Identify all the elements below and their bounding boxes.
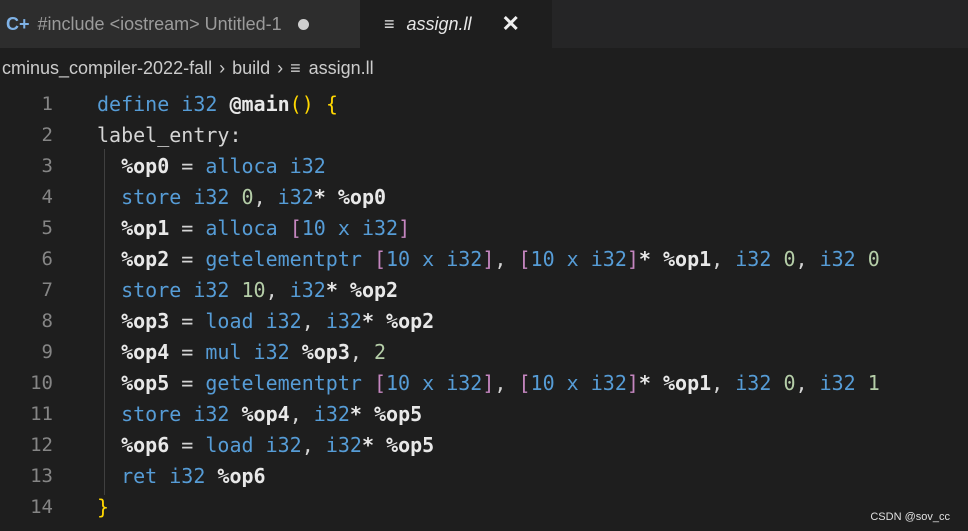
close-icon[interactable]: ✕	[502, 13, 520, 35]
code-text: %op4 = mul i32 %op3, 2	[121, 339, 387, 364]
code-text: %op3 = load i32, i32* %op2	[121, 308, 435, 333]
line-number: 5	[41, 216, 53, 239]
code-line: 2 label_entry:	[0, 119, 968, 150]
code-text: %op6 = load i32, i32* %op5	[121, 432, 435, 457]
code-text: ret i32 %op6	[121, 463, 266, 488]
code-editor[interactable]: 1 define i32 @main() { 2 label_entry: 3 …	[0, 88, 968, 531]
code-text: define i32 @main() {	[97, 91, 338, 116]
breadcrumb-item[interactable]: build	[232, 58, 270, 79]
code-text: %op0 = alloca i32	[121, 153, 326, 178]
code-line: 1 define i32 @main() {	[0, 88, 968, 119]
line-number: 9	[41, 340, 53, 363]
line-number: 7	[41, 278, 53, 301]
code-line: 6 %op2 = getelementptr [10 x i32], [10 x…	[0, 243, 968, 274]
line-number: 10	[30, 371, 53, 394]
code-text: store i32 10, i32* %op2	[121, 277, 399, 302]
tab-label: assign.ll	[406, 13, 472, 34]
code-text: label_entry:	[97, 122, 242, 147]
watermark: CSDN @sov_cc	[870, 511, 950, 523]
line-number: 1	[41, 92, 53, 115]
breadcrumb-item[interactable]: assign.ll	[309, 58, 374, 79]
code-line: 10 %op5 = getelementptr [10 x i32], [10 …	[0, 367, 968, 398]
code-line: 9 %op4 = mul i32 %op3, 2	[0, 336, 968, 367]
code-text: %op2 = getelementptr [10 x i32], [10 x i…	[121, 246, 880, 271]
code-text: %op5 = getelementptr [10 x i32], [10 x i…	[121, 370, 880, 395]
menu-icon: ≡	[384, 13, 395, 34]
code-line: 4 store i32 0, i32* %op0	[0, 181, 968, 212]
line-number: 2	[41, 123, 53, 146]
code-line: 8 %op3 = load i32, i32* %op2	[0, 305, 968, 336]
code-line: 14 }	[0, 491, 968, 522]
line-number: 4	[41, 185, 53, 208]
line-number: 3	[41, 154, 53, 177]
code-line: 3 %op0 = alloca i32	[0, 150, 968, 181]
breadcrumb: cminus_compiler-2022-fall › build › ≡ as…	[0, 48, 968, 88]
line-number: 6	[41, 247, 53, 270]
code-line: 12 %op6 = load i32, i32* %op5	[0, 429, 968, 460]
code-line: 11 store i32 %op4, i32* %op5	[0, 398, 968, 429]
line-number: 13	[30, 464, 53, 487]
unsaved-dot-icon[interactable]	[297, 18, 309, 30]
line-number: 8	[41, 309, 53, 332]
tab-assign-ll[interactable]: ≡ assign.ll ✕	[360, 0, 552, 48]
chevron-right-icon: ›	[219, 57, 226, 78]
tab-bar: C+ #include <iostream> Untitled-1 ≡ assi…	[0, 0, 968, 48]
tab-untitled-1[interactable]: C+ #include <iostream> Untitled-1	[0, 0, 360, 48]
c-file-icon: C+	[6, 13, 30, 34]
line-number: 14	[30, 495, 53, 518]
line-number: 11	[30, 402, 53, 425]
chevron-right-icon: ›	[277, 57, 284, 78]
code-line: 13 ret i32 %op6	[0, 460, 968, 491]
code-text: %op1 = alloca [10 x i32]	[121, 215, 411, 240]
code-text: }	[97, 494, 110, 519]
code-line: 5 %op1 = alloca [10 x i32]	[0, 212, 968, 243]
breadcrumb-item[interactable]: cminus_compiler-2022-fall	[2, 58, 212, 79]
code-text: store i32 0, i32* %op0	[121, 184, 387, 209]
line-number: 12	[30, 433, 53, 456]
code-line: 7 store i32 10, i32* %op2	[0, 274, 968, 305]
code-text: store i32 %op4, i32* %op5	[121, 401, 423, 426]
tab-label: #include <iostream> Untitled-1	[37, 13, 282, 34]
menu-icon: ≡	[290, 57, 301, 78]
